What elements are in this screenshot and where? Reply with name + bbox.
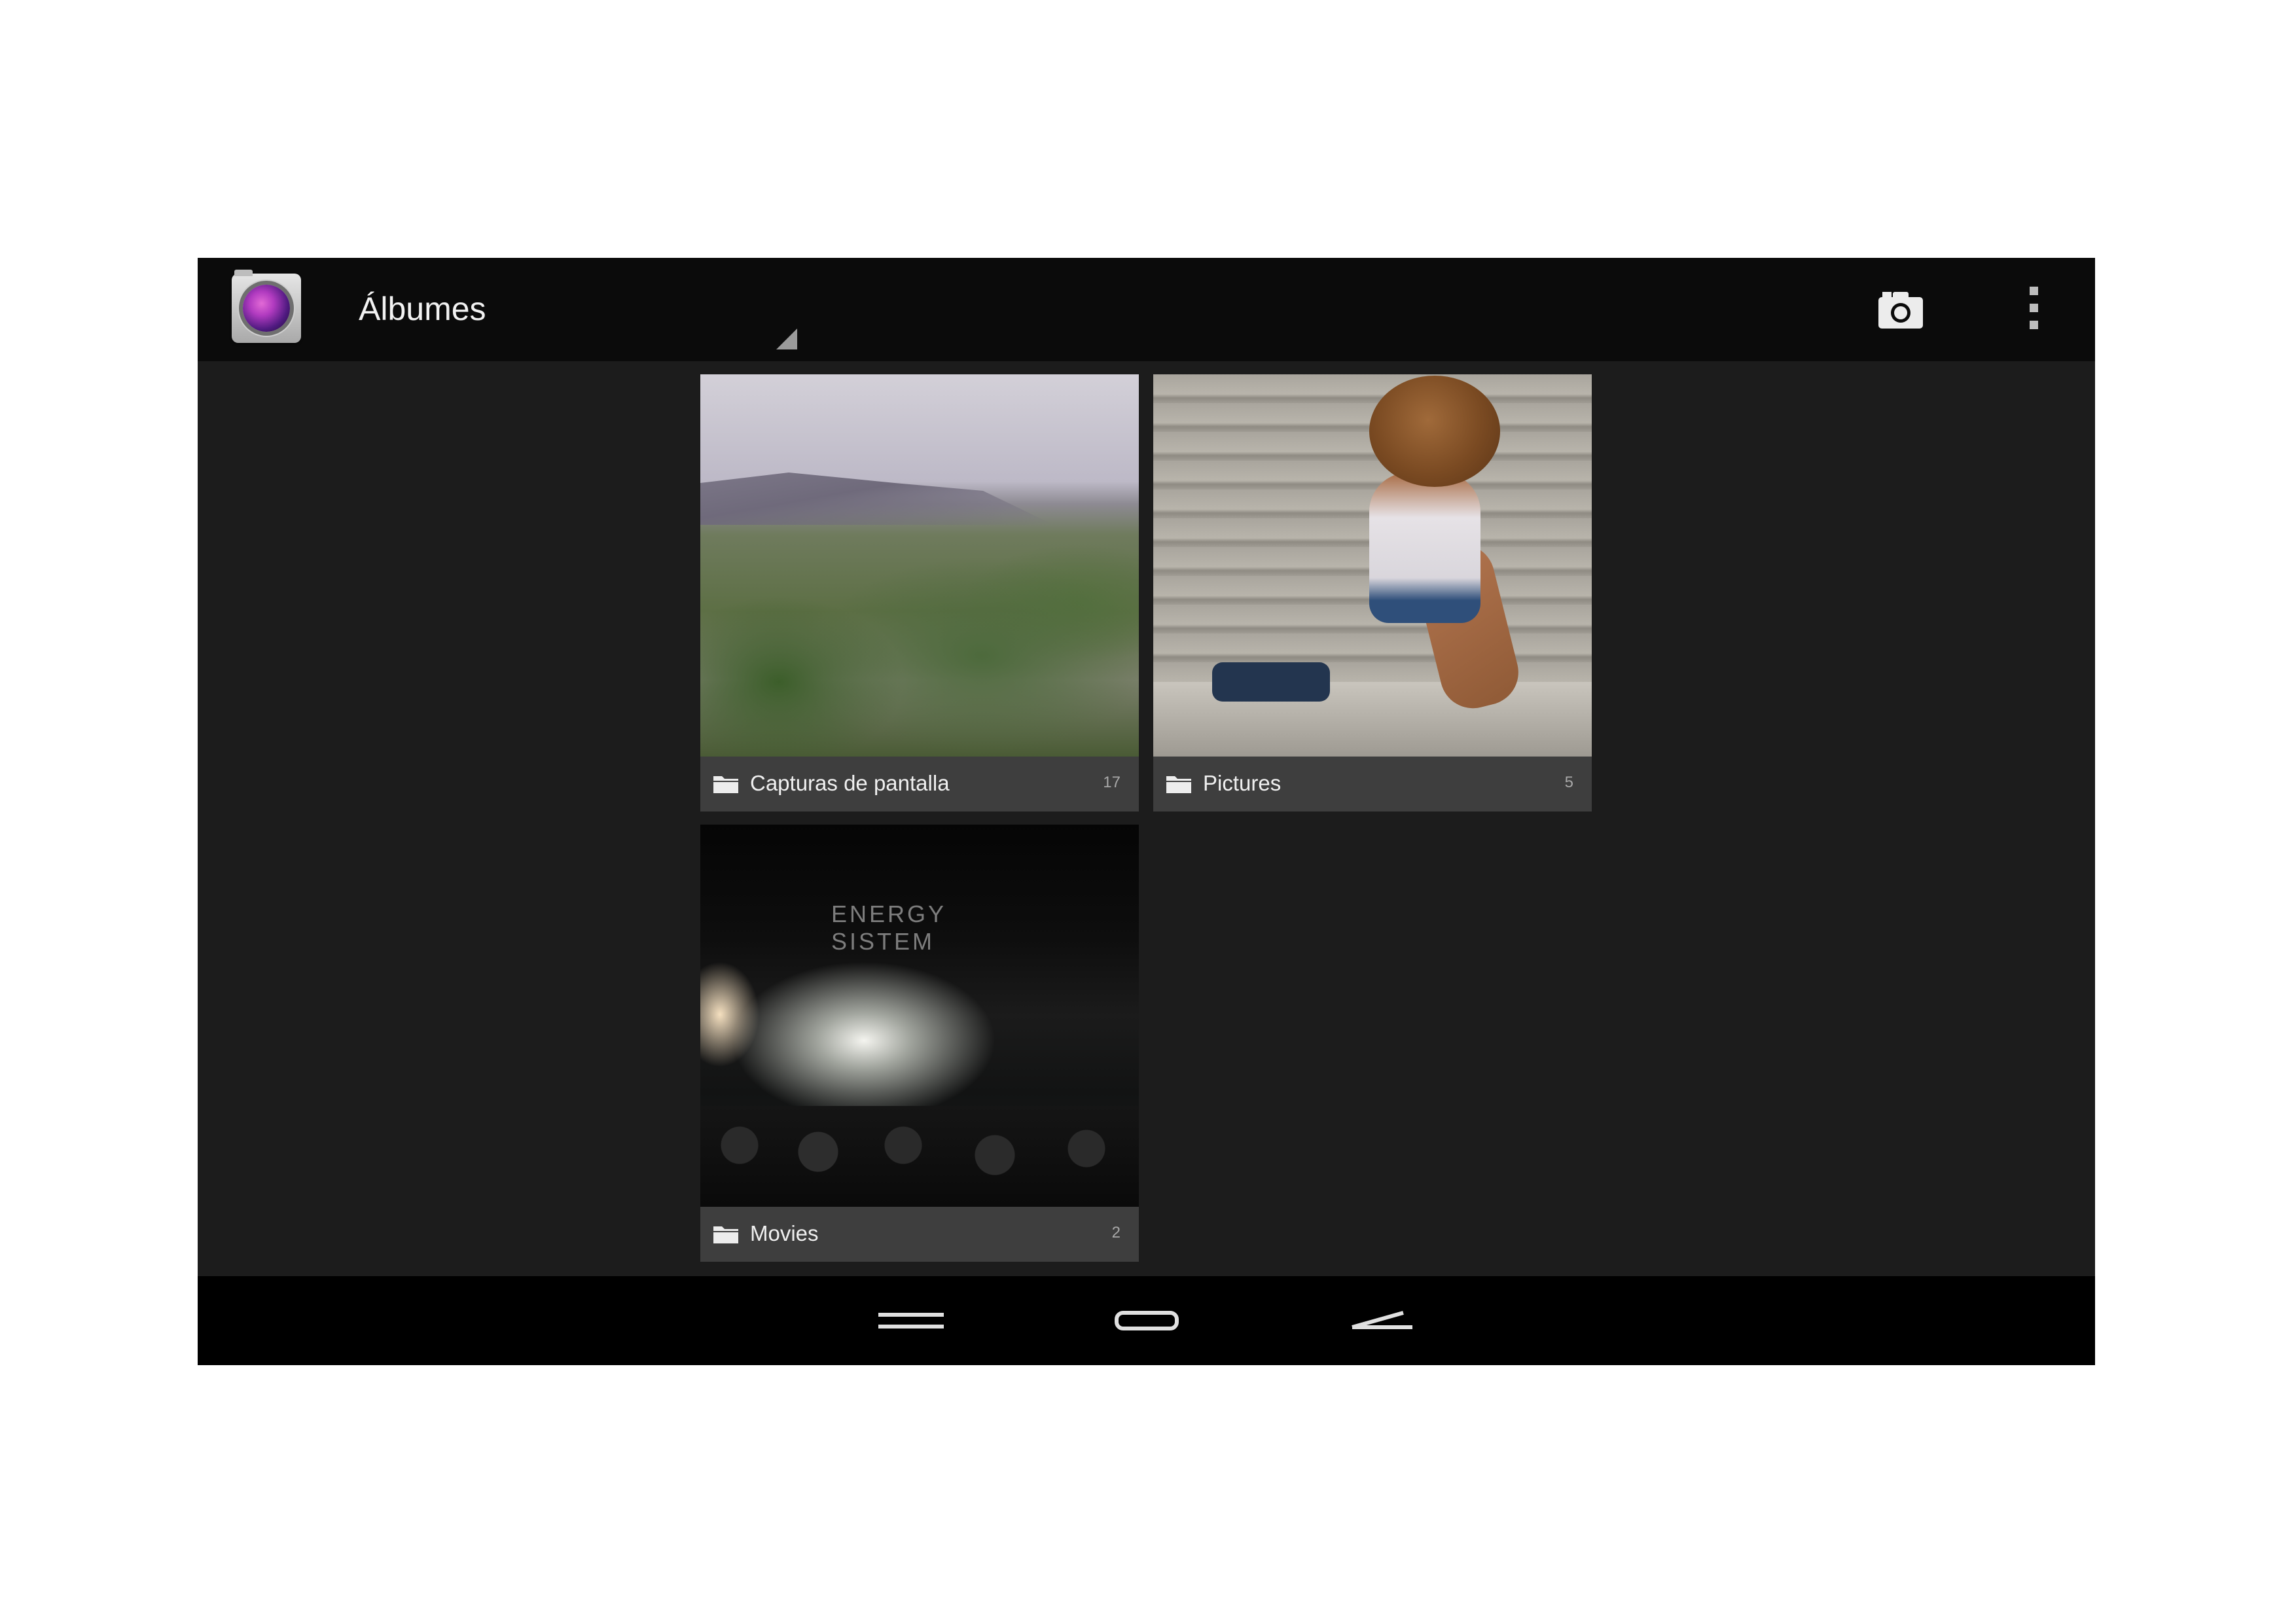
album-count: 2 xyxy=(1111,1224,1121,1241)
folder-icon xyxy=(1166,776,1191,793)
album-count: 5 xyxy=(1564,774,1573,791)
bag-graphic xyxy=(1212,662,1330,702)
album-tile-movies[interactable]: ENERGY SISTEM Movies 2 xyxy=(700,825,1139,1262)
action-bar: Álbumes xyxy=(198,258,2095,361)
album-label-bar: Capturas de pantalla 17 xyxy=(700,757,1139,812)
album-name: Movies xyxy=(750,1221,819,1245)
page-title: Álbumes xyxy=(359,291,486,327)
album-name: Capturas de pantalla xyxy=(750,771,950,795)
album-label-bar: Movies 2 xyxy=(700,1207,1139,1262)
album-thumbnail-person-on-steps xyxy=(1153,374,1592,757)
overflow-dot xyxy=(2030,304,2038,312)
person-hair-graphic xyxy=(1369,376,1500,487)
camera-icon xyxy=(1878,292,1923,329)
gallery-app-screen: Álbumes Capturas de pantalla 17 Pictures… xyxy=(198,258,2095,1365)
album-name: Pictures xyxy=(1203,771,1282,795)
album-tile-pictures[interactable]: Pictures 5 xyxy=(1153,374,1592,812)
back-icon xyxy=(1352,1311,1412,1329)
album-thumbnail-landscape xyxy=(700,374,1139,757)
album-tile-capturas[interactable]: Capturas de pantalla 17 xyxy=(700,374,1139,812)
recent-apps-icon xyxy=(878,1313,944,1329)
album-count: 17 xyxy=(1103,774,1121,791)
album-thumbnail-concert: ENERGY SISTEM xyxy=(700,825,1139,1207)
spinner-arrow-icon xyxy=(776,329,797,349)
concert-banner-text: ENERGY SISTEM xyxy=(831,901,946,955)
album-view-spinner[interactable]: Álbumes xyxy=(329,258,797,361)
overflow-dot xyxy=(2030,321,2038,329)
camera-button[interactable] xyxy=(1874,284,1927,336)
folder-icon xyxy=(713,1226,738,1243)
overflow-menu-button[interactable] xyxy=(2021,287,2047,336)
back-button[interactable] xyxy=(1343,1296,1422,1346)
home-icon xyxy=(1115,1311,1179,1330)
person-body-graphic xyxy=(1369,473,1480,623)
album-label-bar: Pictures 5 xyxy=(1153,757,1592,812)
camera-lens-graphic xyxy=(243,285,290,332)
home-button[interactable] xyxy=(1107,1296,1186,1346)
navigation-bar xyxy=(198,1276,2095,1365)
overflow-menu-icon xyxy=(2030,287,2038,295)
concert-crowd-graphic xyxy=(700,1106,1139,1207)
gallery-camera-icon[interactable] xyxy=(232,270,301,343)
recent-apps-button[interactable] xyxy=(872,1296,950,1346)
folder-icon xyxy=(713,776,738,793)
